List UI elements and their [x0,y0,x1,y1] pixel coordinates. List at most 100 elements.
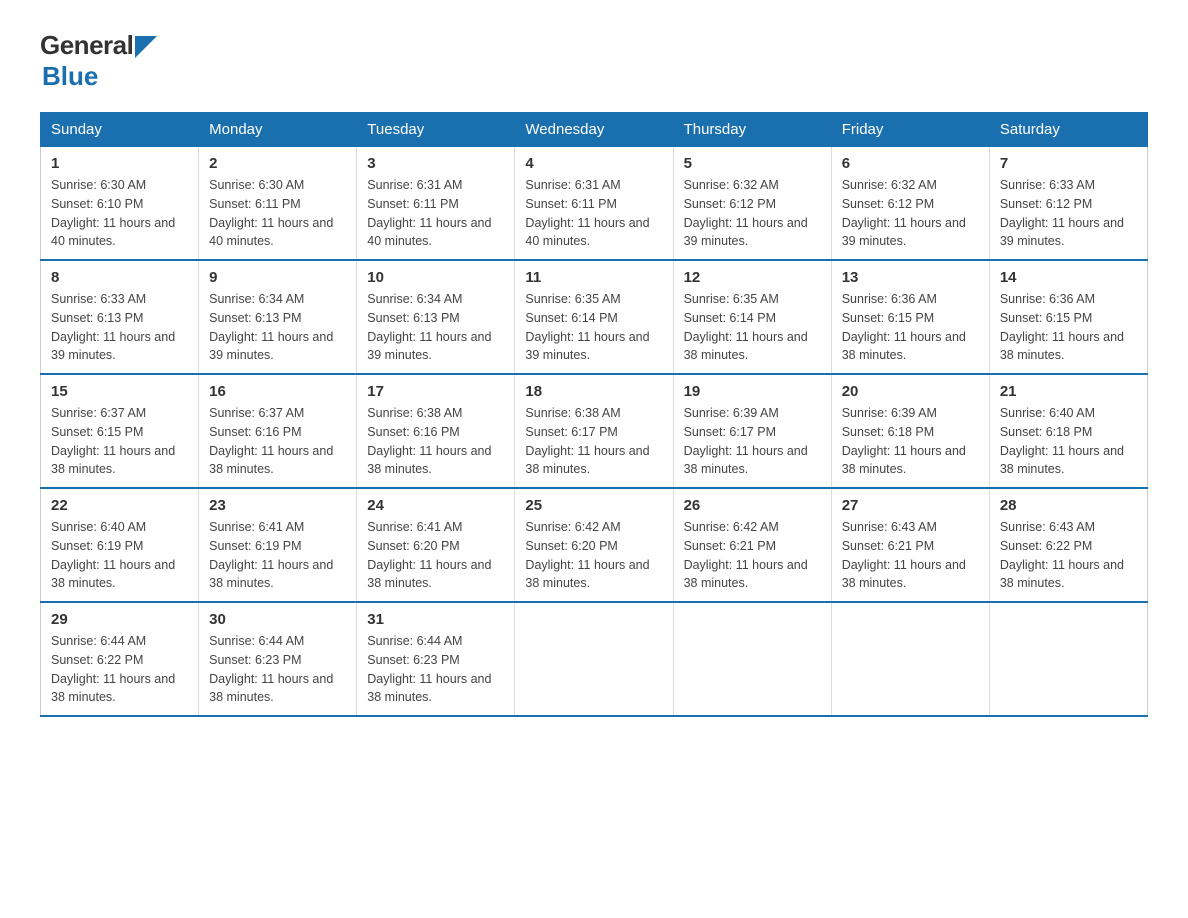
calendar-week-row: 15Sunrise: 6:37 AMSunset: 6:15 PMDayligh… [41,374,1148,488]
day-info: Sunrise: 6:38 AMSunset: 6:16 PMDaylight:… [367,406,491,476]
calendar-cell: 19 Sunrise: 6:39 AMSunset: 6:17 PMDayligh… [673,374,831,488]
day-number: 7 [1000,155,1137,172]
day-info: Sunrise: 6:40 AMSunset: 6:19 PMDaylight:… [51,520,175,590]
calendar-cell: 6 Sunrise: 6:32 AMSunset: 6:12 PMDaylight… [831,147,989,261]
weekday-header-monday: Monday [199,113,357,147]
calendar-week-row: 22 Sunrise: 6:40 AMSunset: 6:19 PMDayligh… [41,488,1148,602]
day-info: Sunrise: 6:34 AMSunset: 6:13 PMDaylight:… [367,292,491,362]
day-info: Sunrise: 6:42 AMSunset: 6:20 PMDaylight:… [525,520,649,590]
day-number: 18 [525,383,662,400]
day-number: 1 [51,155,188,172]
day-number: 27 [842,497,979,514]
day-info: Sunrise: 6:43 AMSunset: 6:21 PMDaylight:… [842,520,966,590]
day-number: 26 [684,497,821,514]
calendar-cell: 12Sunrise: 6:35 AMSunset: 6:14 PMDayligh… [673,260,831,374]
calendar-cell: 4 Sunrise: 6:31 AMSunset: 6:11 PMDaylight… [515,147,673,261]
logo-general-text: General [40,30,133,61]
calendar-header-row: SundayMondayTuesdayWednesdayThursdayFrid… [41,113,1148,147]
weekday-header-saturday: Saturday [989,113,1147,147]
day-number: 21 [1000,383,1137,400]
day-info: Sunrise: 6:35 AMSunset: 6:14 PMDaylight:… [684,292,808,362]
day-number: 23 [209,497,346,514]
day-number: 19 [684,383,821,400]
logo-arrow-icon [135,36,157,58]
weekday-header-tuesday: Tuesday [357,113,515,147]
day-info: Sunrise: 6:31 AMSunset: 6:11 PMDaylight:… [525,178,649,248]
day-number: 20 [842,383,979,400]
day-number: 3 [367,155,504,172]
calendar-week-row: 1 Sunrise: 6:30 AMSunset: 6:10 PMDaylight… [41,147,1148,261]
calendar-cell: 8Sunrise: 6:33 AMSunset: 6:13 PMDaylight… [41,260,199,374]
page-header: General Blue [40,30,1148,92]
day-number: 10 [367,269,504,286]
day-number: 4 [525,155,662,172]
weekday-header-friday: Friday [831,113,989,147]
day-info: Sunrise: 6:31 AMSunset: 6:11 PMDaylight:… [367,178,491,248]
day-info: Sunrise: 6:40 AMSunset: 6:18 PMDaylight:… [1000,406,1124,476]
calendar-cell [989,602,1147,716]
calendar-cell: 9 Sunrise: 6:34 AMSunset: 6:13 PMDaylight… [199,260,357,374]
day-number: 22 [51,497,188,514]
day-number: 29 [51,611,188,628]
day-info: Sunrise: 6:39 AMSunset: 6:18 PMDaylight:… [842,406,966,476]
calendar-cell: 14 Sunrise: 6:36 AMSunset: 6:15 PMDayligh… [989,260,1147,374]
calendar-cell: 5Sunrise: 6:32 AMSunset: 6:12 PMDaylight… [673,147,831,261]
calendar-cell: 16 Sunrise: 6:37 AMSunset: 6:16 PMDayligh… [199,374,357,488]
calendar-cell: 10 Sunrise: 6:34 AMSunset: 6:13 PMDayligh… [357,260,515,374]
calendar-cell: 22 Sunrise: 6:40 AMSunset: 6:19 PMDayligh… [41,488,199,602]
calendar-cell: 13Sunrise: 6:36 AMSunset: 6:15 PMDayligh… [831,260,989,374]
weekday-header-thursday: Thursday [673,113,831,147]
day-info: Sunrise: 6:44 AMSunset: 6:22 PMDaylight:… [51,634,175,704]
calendar-cell: 25 Sunrise: 6:42 AMSunset: 6:20 PMDayligh… [515,488,673,602]
day-info: Sunrise: 6:44 AMSunset: 6:23 PMDaylight:… [367,634,491,704]
calendar-table: SundayMondayTuesdayWednesdayThursdayFrid… [40,112,1148,717]
calendar-cell: 3 Sunrise: 6:31 AMSunset: 6:11 PMDaylight… [357,147,515,261]
day-number: 16 [209,383,346,400]
day-info: Sunrise: 6:41 AMSunset: 6:20 PMDaylight:… [367,520,491,590]
day-number: 31 [367,611,504,628]
day-info: Sunrise: 6:39 AMSunset: 6:17 PMDaylight:… [684,406,808,476]
day-number: 24 [367,497,504,514]
calendar-cell: 26Sunrise: 6:42 AMSunset: 6:21 PMDayligh… [673,488,831,602]
day-info: Sunrise: 6:33 AMSunset: 6:12 PMDaylight:… [1000,178,1124,248]
calendar-cell: 21 Sunrise: 6:40 AMSunset: 6:18 PMDayligh… [989,374,1147,488]
day-number: 14 [1000,269,1137,286]
day-info: Sunrise: 6:32 AMSunset: 6:12 PMDaylight:… [684,178,808,248]
day-number: 25 [525,497,662,514]
logo-blue-text: Blue [42,61,98,91]
calendar-cell [831,602,989,716]
day-info: Sunrise: 6:37 AMSunset: 6:16 PMDaylight:… [209,406,333,476]
calendar-week-row: 29 Sunrise: 6:44 AMSunset: 6:22 PMDayligh… [41,602,1148,716]
weekday-header-wednesday: Wednesday [515,113,673,147]
calendar-cell: 18 Sunrise: 6:38 AMSunset: 6:17 PMDayligh… [515,374,673,488]
calendar-cell: 29 Sunrise: 6:44 AMSunset: 6:22 PMDayligh… [41,602,199,716]
day-info: Sunrise: 6:30 AMSunset: 6:10 PMDaylight:… [51,178,175,248]
calendar-cell: 24 Sunrise: 6:41 AMSunset: 6:20 PMDayligh… [357,488,515,602]
day-number: 6 [842,155,979,172]
day-number: 30 [209,611,346,628]
calendar-week-row: 8Sunrise: 6:33 AMSunset: 6:13 PMDaylight… [41,260,1148,374]
calendar-cell: 15Sunrise: 6:37 AMSunset: 6:15 PMDayligh… [41,374,199,488]
calendar-cell: 27 Sunrise: 6:43 AMSunset: 6:21 PMDayligh… [831,488,989,602]
day-info: Sunrise: 6:32 AMSunset: 6:12 PMDaylight:… [842,178,966,248]
day-info: Sunrise: 6:35 AMSunset: 6:14 PMDaylight:… [525,292,649,362]
day-info: Sunrise: 6:43 AMSunset: 6:22 PMDaylight:… [1000,520,1124,590]
calendar-cell: 23 Sunrise: 6:41 AMSunset: 6:19 PMDayligh… [199,488,357,602]
day-info: Sunrise: 6:36 AMSunset: 6:15 PMDaylight:… [1000,292,1124,362]
day-info: Sunrise: 6:41 AMSunset: 6:19 PMDaylight:… [209,520,333,590]
calendar-cell: 31 Sunrise: 6:44 AMSunset: 6:23 PMDayligh… [357,602,515,716]
day-info: Sunrise: 6:34 AMSunset: 6:13 PMDaylight:… [209,292,333,362]
calendar-cell: 17Sunrise: 6:38 AMSunset: 6:16 PMDayligh… [357,374,515,488]
day-number: 2 [209,155,346,172]
calendar-cell [673,602,831,716]
day-info: Sunrise: 6:44 AMSunset: 6:23 PMDaylight:… [209,634,333,704]
day-info: Sunrise: 6:37 AMSunset: 6:15 PMDaylight:… [51,406,175,476]
calendar-cell: 1 Sunrise: 6:30 AMSunset: 6:10 PMDaylight… [41,147,199,261]
weekday-header-sunday: Sunday [41,113,199,147]
day-number: 13 [842,269,979,286]
calendar-cell: 28Sunrise: 6:43 AMSunset: 6:22 PMDayligh… [989,488,1147,602]
day-number: 11 [525,269,662,286]
day-number: 9 [209,269,346,286]
logo: General Blue [40,30,157,92]
day-info: Sunrise: 6:38 AMSunset: 6:17 PMDaylight:… [525,406,649,476]
